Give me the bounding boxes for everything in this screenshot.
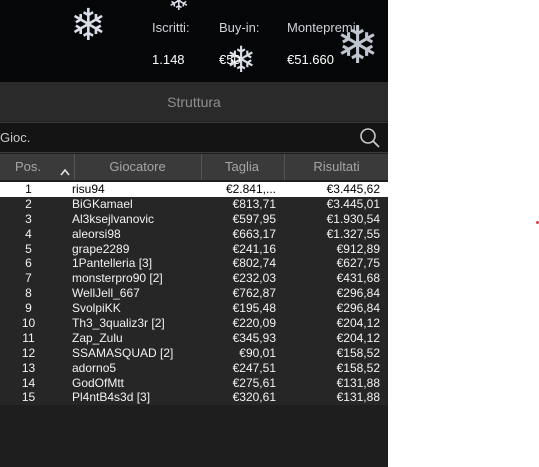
cell-result: €131,88 [336,390,380,405]
cell-result: €431,68 [336,271,380,286]
column-header-result[interactable]: Risultati [285,154,388,180]
cell-result: €627,75 [336,256,380,271]
table-row[interactable]: 6 1Pantelleria [3] €802,74 €627,75 [0,256,388,272]
cell-stack: €802,74 [232,256,276,271]
cell-result: €3.445,01 [326,196,380,211]
cell-position: 5 [25,241,32,256]
cell-result: €3.445,62 [326,182,380,196]
table-row[interactable]: 13 adorno5 €247,51 €158,52 [0,360,388,376]
snowflake-icon: ❄ [168,0,190,16]
table-row[interactable]: 10 Th3_3qualiz3r [2] €220,09 €204,12 [0,316,388,331]
cell-result: €912,89 [336,241,380,256]
column-header-stack[interactable]: Taglia [202,154,282,180]
table-row[interactable]: 12 SSAMASQUAD [2] €90,01 €158,52 [0,345,388,361]
cell-position: 7 [25,271,32,286]
cell-position: 2 [25,196,32,211]
cell-position: 9 [25,301,32,316]
cell-player: grape2289 [72,241,130,256]
cell-stack: €597,95 [232,211,276,226]
cell-position: 10 [21,316,36,331]
cell-result: €204,12 [336,330,380,345]
cell-stack: €663,17 [232,226,276,241]
cell-stack: €195,48 [232,301,276,316]
cell-position: 8 [25,286,32,301]
cell-stack: €232,03 [232,271,276,286]
table-row[interactable]: 5 grape2289 €241,16 €912,89 [0,241,388,257]
cell-player: Al3ksejlvanovic [72,211,155,226]
cell-position: 1 [25,182,32,196]
prizepool-value: €51.660 [287,52,334,67]
cell-position: 4 [25,226,32,241]
cell-position: 6 [25,256,32,271]
cell-player: adorno5 [72,360,117,375]
search-input-label[interactable]: Gioc. [0,130,30,145]
buyin-value: €50 [219,52,241,67]
tournament-lobby-panel: ❄ ❄ ❄ ❄ Iscritti: 1.148 Buy-in: €50 Mont… [0,0,388,467]
cell-player: Th3_3qualiz3r [2] [72,316,165,331]
buyin-label: Buy-in: [219,20,260,35]
registered-label: Iscritti: [152,20,190,35]
players-table-body: 1 risu94 €2.841,... €3.445,62 2 BiGKamae… [0,182,388,406]
table-row[interactable]: 11 Zap_Zulu €345,93 €204,12 [0,330,388,346]
cell-result: €158,52 [336,345,380,360]
cell-result: €158,52 [336,360,380,375]
cell-position: 14 [21,375,36,390]
structure-tab[interactable]: Struttura [0,82,388,121]
cell-player: aleorsi98 [72,226,121,241]
player-search-bar[interactable]: Gioc. [0,122,388,153]
cell-player: SvolpiKK [72,301,121,316]
cell-player: BiGKamael [72,196,133,211]
cell-result: €131,88 [336,375,380,390]
cell-stack: €2.841,... [225,182,276,196]
cell-player: Pl4ntB4s3d [3] [72,390,151,405]
table-row[interactable]: 7 monsterpro90 [2] €232,03 €431,68 [0,271,388,287]
cell-player: GodOfMtt [72,375,125,390]
search-icon[interactable] [359,127,381,154]
tournament-banner: ❄ ❄ ❄ ❄ Iscritti: 1.148 Buy-in: €50 Mont… [0,0,388,82]
cell-position: 13 [21,360,36,375]
cell-result: €1.327,55 [326,226,380,241]
cell-stack: €241,16 [232,241,276,256]
cell-player: SSAMASQUAD [2] [72,345,174,360]
table-row[interactable]: 9 SvolpiKK €195,48 €296,84 [0,301,388,317]
cell-stack: €247,51 [232,360,276,375]
column-header-position[interactable]: Pos. [2,154,54,180]
cell-player: risu94 [72,182,105,196]
table-header: Pos. Giocatore Taglia Risultati [0,154,388,180]
cell-result: €296,84 [336,286,380,301]
cell-position: 15 [21,390,36,405]
cell-stack: €762,87 [232,286,276,301]
cell-stack: €813,71 [232,196,276,211]
cell-result: €296,84 [336,301,380,316]
table-row[interactable]: 14 GodOfMtt €275,61 €131,88 [0,375,388,391]
cell-stack: €90,01 [239,345,276,360]
table-row[interactable]: 1 risu94 €2.841,... €3.445,62 [0,182,388,197]
cell-stack: €320,61 [232,390,276,405]
cell-player: Zap_Zulu [72,330,123,345]
table-row[interactable]: 4 aleorsi98 €663,17 €1.327,55 [0,226,388,242]
table-row[interactable]: 8 WellJell_667 €762,87 €296,84 [0,286,388,302]
snowflake-icon: ❄ [70,1,107,50]
column-header-player[interactable]: Giocatore [75,154,200,180]
table-row[interactable]: 3 Al3ksejlvanovic €597,95 €1.930,54 [0,211,388,227]
cell-player: 1Pantelleria [3] [72,256,153,271]
cell-position: 3 [25,211,32,226]
cell-result: €1.930,54 [326,211,380,226]
cell-position: 11 [22,330,35,345]
cell-result: €204,12 [336,316,380,331]
cell-position: 12 [21,345,36,360]
cell-stack: €345,93 [232,330,276,345]
cell-player: monsterpro90 [2] [72,271,163,286]
table-row[interactable]: 15 Pl4ntB4s3d [3] €320,61 €131,88 [0,390,388,406]
chevron-up-icon[interactable] [60,163,70,181]
cell-stack: €220,09 [232,316,276,331]
prizepool-label: Montepremi: [287,20,360,35]
table-row[interactable]: 2 BiGKamael €813,71 €3.445,01 [0,196,388,212]
cell-player: WellJell_667 [72,286,140,301]
structure-tab-label: Struttura [167,93,221,110]
cell-stack: €275,61 [232,375,276,390]
registered-count: 1.148 [152,52,185,67]
